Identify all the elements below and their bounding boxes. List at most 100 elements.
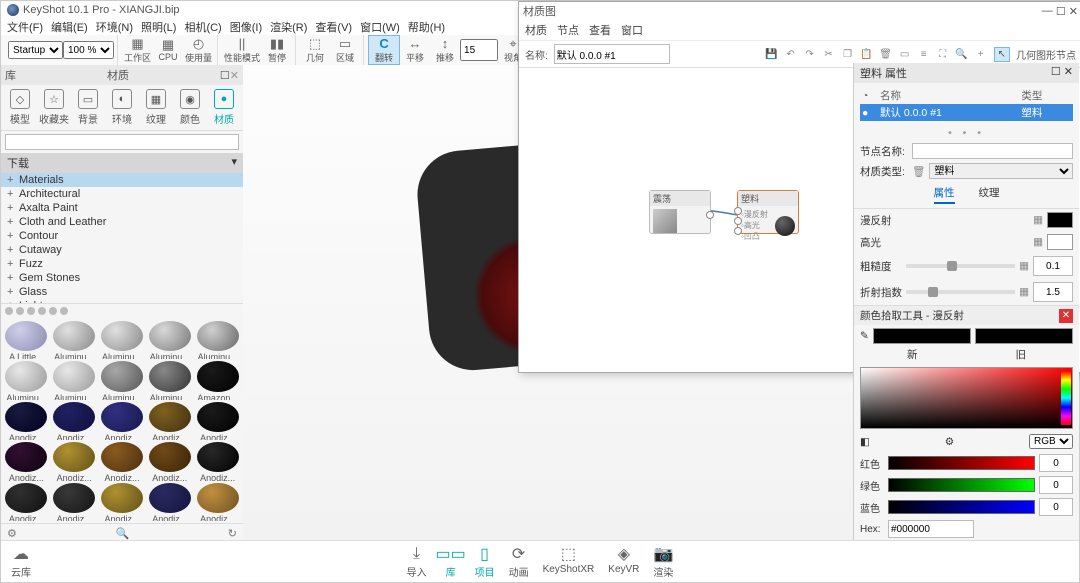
- tb-input1[interactable]: [460, 39, 498, 61]
- specular-swatch[interactable]: [1047, 234, 1073, 250]
- trash-icon[interactable]: 🗑: [912, 165, 925, 178]
- tree-item[interactable]: Gem Stones: [1, 271, 243, 285]
- sb-动画[interactable]: ⟳动画: [509, 544, 529, 579]
- fit-icon[interactable]: ⛶: [936, 49, 950, 60]
- sb-项目[interactable]: ▯项目: [475, 544, 495, 579]
- lib-tab-模型[interactable]: ◇模型: [3, 89, 37, 126]
- tree-item[interactable]: Fuzz: [1, 257, 243, 271]
- workspace-select[interactable]: Startup: [8, 41, 63, 59]
- lib-tab-环境[interactable]: ◐环境: [105, 89, 139, 126]
- menu-light[interactable]: 照明(L): [141, 19, 176, 35]
- menu-help[interactable]: 帮助(H): [408, 19, 445, 35]
- sb-KeyShotXR[interactable]: ⬚KeyShotXR: [543, 544, 595, 579]
- tree-item[interactable]: Materials: [1, 173, 243, 187]
- tb-pan[interactable]: ↔平移: [400, 36, 430, 64]
- material-thumb[interactable]: Anodiz...: [99, 401, 146, 440]
- material-thumb[interactable]: Anodiz...: [194, 441, 241, 480]
- material-thumb[interactable]: Aluminu...: [99, 320, 146, 359]
- add-icon[interactable]: +: [974, 49, 988, 60]
- lib-tab-纹理[interactable]: ▦纹理: [139, 89, 173, 126]
- hex-input[interactable]: [888, 520, 974, 538]
- settings-icon[interactable]: ⚙: [945, 436, 954, 448]
- close-button[interactable]: ✕: [1069, 5, 1078, 18]
- material-thumb[interactable]: Anodiz...: [146, 441, 193, 480]
- tb-perf[interactable]: ||性能模式: [222, 36, 262, 64]
- tree-item[interactable]: Architectural: [1, 187, 243, 201]
- material-thumb[interactable]: Aluminu...: [146, 320, 193, 359]
- eyedropper-icon[interactable]: ✎: [860, 330, 869, 342]
- green-input[interactable]: [1039, 476, 1073, 494]
- texture-icon[interactable]: ▦: [1033, 236, 1043, 248]
- material-thumb[interactable]: A Little...: [3, 320, 50, 359]
- menu-camera[interactable]: 相机(C): [184, 19, 221, 35]
- refresh-icon[interactable]: ↻: [228, 527, 237, 540]
- search-input[interactable]: [5, 134, 239, 150]
- material-thumb[interactable]: Anodiz...: [3, 401, 50, 440]
- input-port[interactable]: [734, 207, 742, 215]
- material-thumb[interactable]: Aluminu...: [99, 360, 146, 399]
- pointer-tool[interactable]: ↖: [994, 47, 1010, 62]
- sb-KeyVR[interactable]: ◈KeyVR: [608, 544, 639, 579]
- menu-file[interactable]: 文件(F): [7, 19, 43, 35]
- lib-tab-材质[interactable]: ●材质: [207, 89, 241, 126]
- graph-node-plastic[interactable]: 塑料 ◦漫反射◦高光◦凹凸: [737, 190, 799, 234]
- ior-input[interactable]: [1033, 282, 1073, 302]
- material-thumb[interactable]: Anodiz...: [51, 401, 98, 440]
- tb-flip[interactable]: C翻转: [368, 35, 400, 65]
- sb-库[interactable]: ▭▭库: [441, 544, 461, 579]
- output-port[interactable]: [706, 211, 714, 219]
- texture-icon[interactable]: ▦: [1019, 260, 1029, 272]
- mg-menu-material[interactable]: 材质: [525, 22, 547, 38]
- geom-node-label[interactable]: 几何图形节点: [1016, 47, 1076, 62]
- tree-item[interactable]: Axalta Paint: [1, 201, 243, 215]
- material-thumb[interactable]: Anodiz...: [51, 441, 98, 480]
- sb-导入[interactable]: ⤓导入: [407, 544, 427, 579]
- material-thumb[interactable]: Anodiz...: [99, 441, 146, 480]
- tb-geom[interactable]: ⬚几何: [300, 36, 330, 64]
- ior-slider[interactable]: [906, 290, 1015, 294]
- tb-workspace[interactable]: ▦工作区: [122, 36, 153, 64]
- mg-menu-window[interactable]: 窗口: [621, 22, 643, 38]
- material-thumb[interactable]: Anodiz...: [3, 441, 50, 480]
- input-port[interactable]: [734, 217, 742, 225]
- tb-dolly[interactable]: ↕推移: [430, 36, 460, 64]
- redo-icon[interactable]: ↷: [803, 49, 817, 60]
- material-thumb[interactable]: Aluminu...: [3, 360, 50, 399]
- input-port[interactable]: [734, 227, 742, 235]
- menu-view[interactable]: 查看(V): [315, 19, 352, 35]
- tree-item[interactable]: Contour: [1, 229, 243, 243]
- material-thumb[interactable]: Anodiz...: [99, 482, 146, 521]
- settings-icon[interactable]: ⚙: [7, 527, 17, 540]
- menu-image[interactable]: 图像(I): [230, 19, 262, 35]
- menu-env[interactable]: 环境(N): [96, 19, 133, 35]
- mtype-select[interactable]: 塑料: [929, 163, 1073, 179]
- tb-usage[interactable]: ◴使用量: [183, 36, 214, 64]
- align-icon[interactable]: ≡: [917, 49, 931, 60]
- mg-name-input[interactable]: [554, 44, 670, 64]
- tb-pause[interactable]: ▮▮暂停: [262, 36, 292, 64]
- mg-menu-view[interactable]: 查看: [589, 22, 611, 38]
- hue-slider[interactable]: [1061, 371, 1071, 425]
- lib-tab-背景[interactable]: ▭背景: [71, 89, 105, 126]
- sb-渲染[interactable]: 📷渲染: [653, 544, 673, 579]
- copy-icon[interactable]: ❐: [841, 49, 855, 60]
- zoom-icon[interactable]: 🔍: [955, 49, 969, 60]
- cp-close-button[interactable]: ✕: [1059, 309, 1073, 323]
- material-thumb[interactable]: Aluminu...: [194, 320, 241, 359]
- material-thumb[interactable]: Aluminu...: [51, 360, 98, 399]
- chevron-down-icon[interactable]: ▾: [231, 155, 237, 171]
- tree-item[interactable]: Cutaway: [1, 243, 243, 257]
- rough-input[interactable]: [1033, 256, 1073, 276]
- mg-menu-node[interactable]: 节点: [557, 22, 579, 38]
- tree-item[interactable]: Glass: [1, 285, 243, 299]
- material-thumb[interactable]: Anodiz...: [194, 401, 241, 440]
- tb-region[interactable]: ▭区域: [330, 36, 360, 64]
- palette-icon[interactable]: ◧: [860, 436, 870, 448]
- red-input[interactable]: [1039, 454, 1073, 472]
- minimize-button[interactable]: —: [1042, 5, 1053, 17]
- material-thumb[interactable]: Aluminu...: [51, 320, 98, 359]
- panel-undock-icon[interactable]: ☐: [220, 69, 230, 82]
- maximize-button[interactable]: ☐: [1056, 5, 1066, 18]
- cloud-button[interactable]: ☁云库: [11, 544, 31, 579]
- material-thumb[interactable]: Amazon...: [194, 360, 241, 399]
